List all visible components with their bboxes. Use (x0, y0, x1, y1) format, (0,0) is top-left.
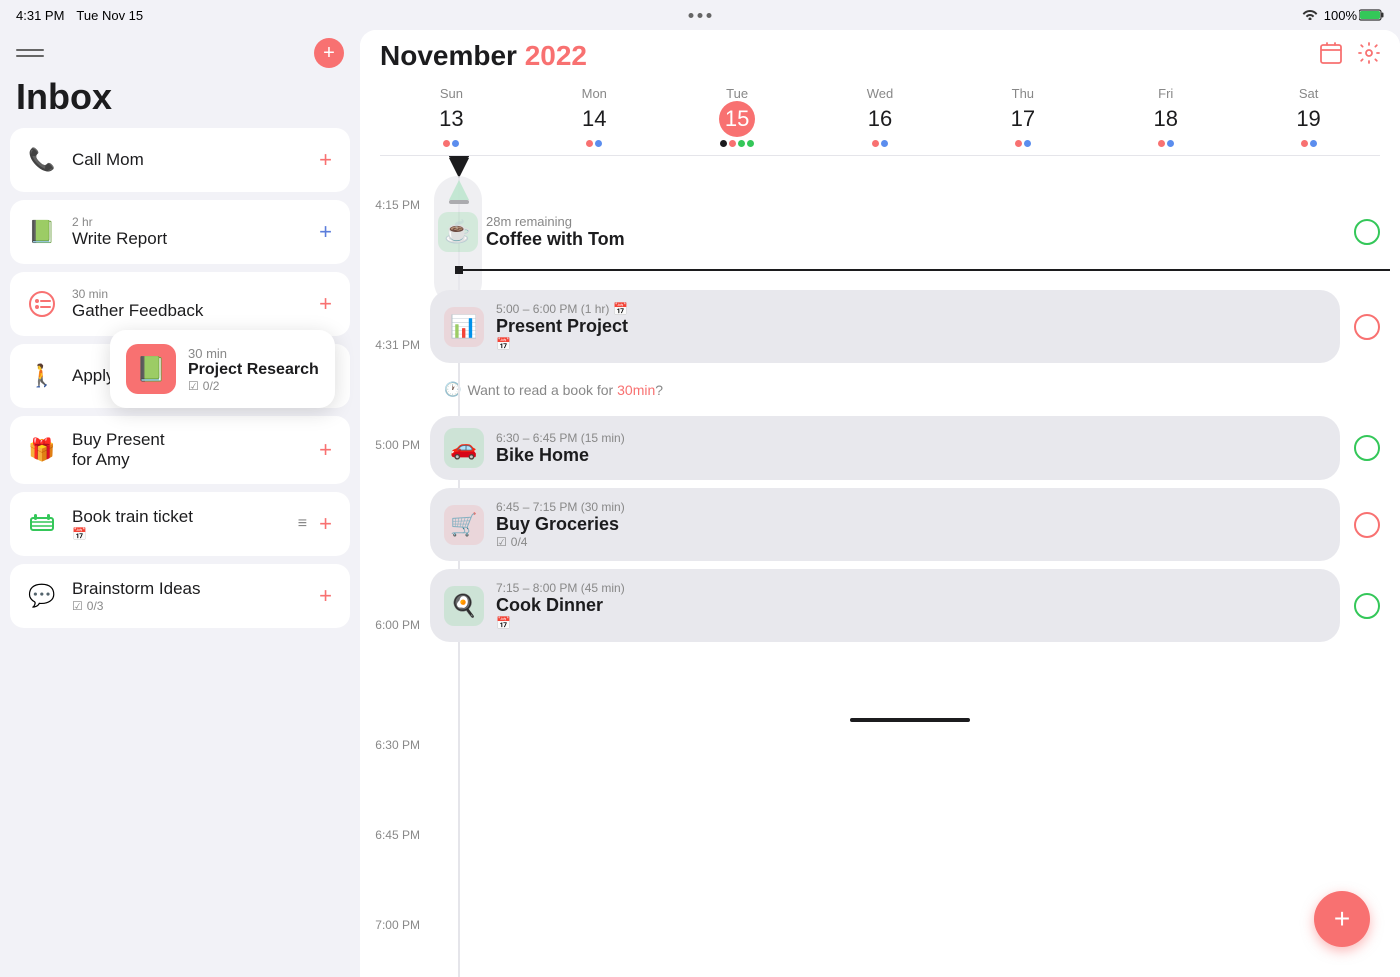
tooltip-meta: ☑ 0/2 (188, 379, 319, 393)
tooltip-icon: 📗 (126, 344, 176, 394)
list-item[interactable]: 30 min Gather Feedback + (10, 272, 350, 336)
day-col-mon[interactable]: Mon 14 (523, 82, 666, 151)
add-inbox-item-button[interactable]: + (314, 38, 344, 68)
day-col-thu[interactable]: Thu 17 (951, 82, 1094, 151)
list-item[interactable]: 💬 Brainstorm Ideas ☑ 0/3 + (10, 564, 350, 628)
calendar-title: Sun November 2022 (380, 40, 587, 72)
calendar-grid-icon[interactable] (1320, 42, 1342, 70)
event-time-range: 6:45 – 7:15 PM (30 min) (496, 500, 625, 514)
event-title: Buy Groceries (496, 514, 625, 535)
status-bar: 4:31 PM Tue Nov 15 100% (0, 0, 1400, 30)
status-time: 4:31 PM (16, 8, 64, 23)
suggestion-row: 🕐 Want to read a book for 30min? (430, 371, 1390, 408)
event-meta: 📅 (496, 616, 625, 630)
event-checkbox-green[interactable] (1354, 219, 1380, 245)
event-meta: ☑0/4 (496, 535, 625, 549)
time-slot-415 (430, 156, 1390, 206)
calendar-days-row: Sun 13 Mon 14 Tue (380, 82, 1380, 151)
inbox-list: 📞 Call Mom + 📗 2 hr Write Report + (0, 128, 360, 977)
day-col-fri[interactable]: Fri 18 (1094, 82, 1237, 151)
item-meta: ☑ 0/3 (72, 599, 201, 613)
list-item[interactable]: 📞 Call Mom + (10, 128, 350, 192)
event-checkbox-red[interactable] (1354, 512, 1380, 538)
inbox-title: Inbox (0, 72, 360, 128)
item-title: Buy Presentfor Amy (72, 430, 165, 470)
item-subtitle: 2 hr (72, 215, 167, 229)
chat-icon: 💬 (24, 578, 60, 614)
gather-icon (24, 286, 60, 322)
tooltip-title: Project Research (188, 361, 319, 379)
event-title: Coffee with Tom (486, 229, 1354, 250)
event-time-remaining: 28m remaining (486, 214, 1354, 229)
book-icon: 📗 (24, 214, 60, 250)
calendar-mini-icon: 📅 (613, 302, 628, 316)
time-labels: 4:15 PM 4:31 PM 5:00 PM 6:00 PM 6:30 PM … (360, 156, 430, 977)
event-buy-groceries[interactable]: 🛒 6:45 – 7:15 PM (30 min) Buy Groceries … (430, 488, 1390, 561)
day-col-sat[interactable]: Sat 19 (1237, 82, 1380, 151)
event-time-range: 6:30 – 6:45 PM (15 min) (496, 431, 625, 445)
event-time-range: 5:00 – 6:00 PM (1 hr) (496, 302, 609, 316)
item-title: Brainstorm Ideas (72, 579, 201, 599)
item-title: Call Mom (72, 150, 144, 170)
day-col-tue-today[interactable]: Tue 15 (666, 82, 809, 151)
wifi-icon (1302, 8, 1318, 23)
event-title: Bike Home (496, 445, 625, 466)
event-checkbox-green[interactable] (1354, 435, 1380, 461)
add-button[interactable]: + (315, 291, 336, 317)
call-icon: 📞 (24, 142, 60, 178)
list-item[interactable]: 📗 2 hr Write Report + (10, 200, 350, 264)
event-present-project[interactable]: 📊 5:00 – 6:00 PM (1 hr) 📅 Present Projec… (430, 290, 1390, 363)
event-checkbox-red[interactable] (1354, 314, 1380, 340)
events-column: ☕ 28m remaining Coffee with Tom (430, 156, 1400, 977)
item-meta: 📅 (72, 527, 193, 541)
add-button[interactable]: + (315, 219, 336, 245)
calendar-body[interactable]: 4:15 PM 4:31 PM 5:00 PM 6:00 PM 6:30 PM … (360, 156, 1400, 977)
list-item[interactable]: 🎁 Buy Presentfor Amy + (10, 416, 350, 484)
item-title: Write Report (72, 229, 167, 249)
time-slot-800 (430, 650, 1390, 710)
add-button[interactable]: + (315, 511, 336, 537)
scroll-indicator (430, 710, 1390, 730)
sidebar-toggle-button[interactable] (16, 43, 44, 63)
walk-icon: 🚶 (24, 358, 60, 394)
event-coffee-with-tom[interactable]: ☕ 28m remaining Coffee with Tom (430, 206, 1390, 258)
item-title: Book train ticket (72, 507, 193, 527)
event-bike-home[interactable]: 🚗 6:30 – 6:45 PM (15 min) Bike Home (430, 416, 1390, 480)
status-date: Tue Nov 15 (76, 8, 143, 23)
inbox-panel: + Inbox 📞 Call Mom + 📗 2 h (0, 30, 360, 977)
ticket-icon (24, 506, 60, 542)
event-title: Cook Dinner (496, 595, 625, 616)
event-checkbox-green[interactable] (1354, 593, 1380, 619)
day-col-wed[interactable]: Wed 16 (809, 82, 952, 151)
event-cook-dinner[interactable]: 🍳 7:15 – 8:00 PM (45 min) Cook Dinner 📅 (430, 569, 1390, 642)
fab-button[interactable]: + (1314, 891, 1370, 947)
add-button[interactable]: + (315, 437, 336, 463)
tooltip-subtitle: 30 min (188, 346, 319, 361)
gift-icon: 🎁 (24, 432, 60, 468)
calendar-panel: Sun November 2022 Sun 13 (360, 30, 1400, 977)
event-title: Present Project (496, 316, 628, 337)
add-button[interactable]: + (315, 147, 336, 173)
list-icon: ≡ (298, 515, 307, 533)
add-button[interactable]: + (315, 583, 336, 609)
project-research-tooltip[interactable]: 📗 30 min Project Research ☑ 0/2 (110, 330, 335, 408)
day-col-sun[interactable]: Sun 13 (380, 82, 523, 151)
battery-icon: 100% (1324, 8, 1384, 23)
item-subtitle: 30 min (72, 287, 203, 301)
current-time-indicator (430, 266, 1390, 274)
event-time-range: 7:15 – 8:00 PM (45 min) (496, 581, 625, 595)
settings-icon[interactable] (1358, 42, 1380, 70)
calendar-header: Sun November 2022 Sun 13 (360, 30, 1400, 156)
list-item[interactable]: Book train ticket 📅 ≡ + (10, 492, 350, 556)
item-title: Gather Feedback (72, 301, 203, 321)
